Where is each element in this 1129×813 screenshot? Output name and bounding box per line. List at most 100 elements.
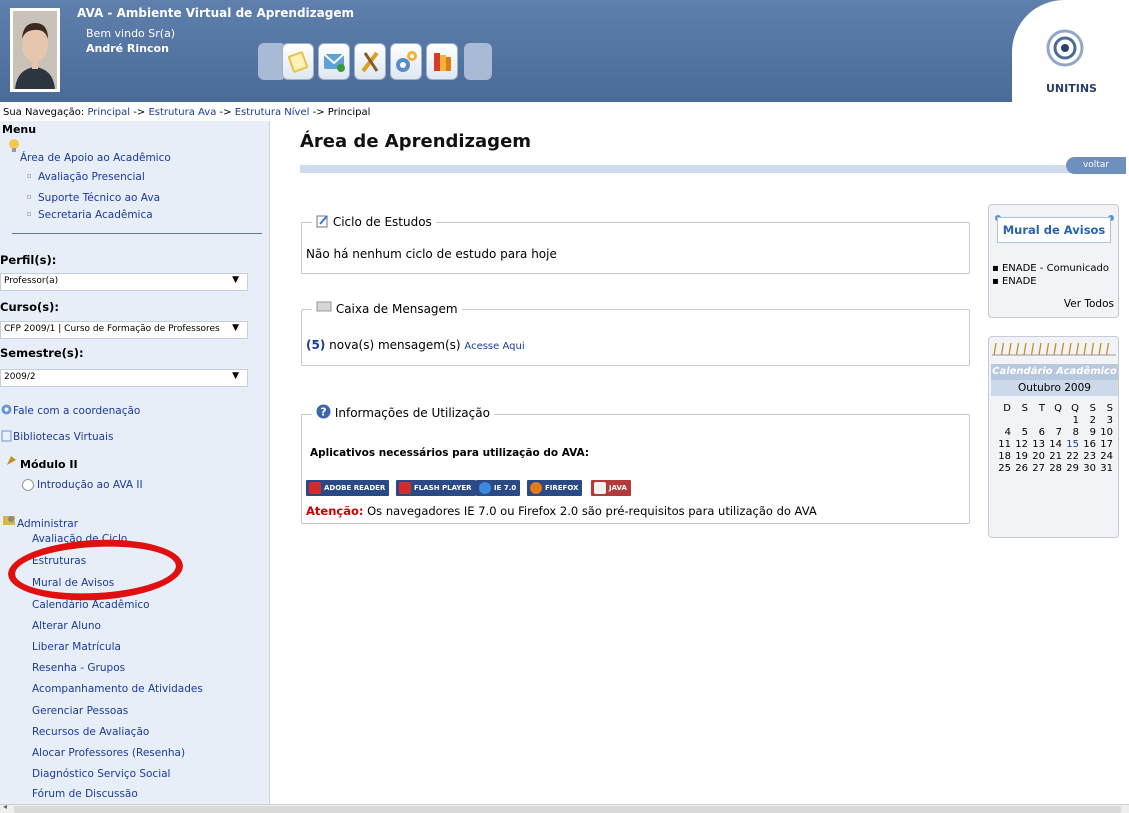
radio-icon[interactable] — [22, 479, 34, 491]
calendar-day[interactable]: 31 — [1099, 463, 1113, 474]
calendar-day[interactable]: 6 — [1031, 427, 1045, 438]
calendar-day[interactable]: 25 — [997, 463, 1011, 474]
info-globe-icon — [1, 404, 12, 415]
perfil-select[interactable]: Professor(a) ▼ — [0, 273, 248, 291]
message-icon[interactable] — [318, 43, 350, 80]
calendar-weekday: S — [1089, 403, 1096, 414]
calendar-weekday: Q — [1071, 403, 1079, 414]
calendar-day[interactable]: 2 — [1082, 415, 1096, 426]
dropdown-arrow-icon: ▼ — [232, 275, 239, 285]
calendar-day[interactable]: 7 — [1048, 427, 1062, 438]
firefox-button[interactable]: FIREFOX — [527, 480, 583, 496]
calendar-weekday: Q — [1054, 403, 1062, 414]
calendar-month: Outubro 2009 — [991, 380, 1118, 396]
tools-icon[interactable] — [354, 43, 386, 80]
calendar-day[interactable]: 27 — [1031, 463, 1045, 474]
calendar-day[interactable]: 29 — [1065, 463, 1079, 474]
calendar-day[interactable]: 3 — [1099, 415, 1113, 426]
books-icon[interactable] — [426, 43, 458, 80]
admin-icon — [3, 516, 15, 525]
sidebar-item-area-apoio[interactable]: Área de Apoio ao Acadêmico — [20, 152, 171, 164]
ver-todos-link[interactable]: Ver Todos — [1064, 298, 1114, 310]
sidebar-subitem-secretaria[interactable]: Secretaria Acadêmica — [27, 209, 153, 221]
edit-note-icon — [316, 215, 328, 228]
ie-button[interactable]: IE 7.0 — [476, 480, 521, 496]
settings-icon[interactable] — [390, 43, 422, 80]
calendar-day[interactable]: 26 — [1014, 463, 1028, 474]
breadcrumb-link-principal[interactable]: Principal — [87, 107, 130, 118]
calendar-day[interactable]: 30 — [1082, 463, 1096, 474]
bullet-icon — [27, 212, 31, 216]
admin-item-gerenciar-pessoas[interactable]: Gerenciar Pessoas — [32, 705, 128, 717]
admin-item-recursos-avaliacao[interactable]: Recursos de Avaliação — [32, 726, 149, 738]
user-name: André Rincon — [86, 42, 169, 55]
info-legend: ? Informações de Utilização — [312, 404, 494, 420]
curso-select[interactable]: CFP 2009/1 | Curso de Formação de Profes… — [0, 321, 248, 339]
curso-value: CFP 2009/1 | Curso de Formação de Profes… — [4, 324, 220, 334]
calendar-day[interactable]: 13 — [1031, 439, 1045, 450]
calendar-day[interactable]: 18 — [997, 451, 1011, 462]
calendar-day[interactable]: 5 — [1014, 427, 1028, 438]
informacoes-box: ? Informações de Utilização Aplicativos … — [301, 404, 970, 524]
calendar-day[interactable]: 8 — [1065, 427, 1079, 438]
breadcrumb-prefix: Sua Navegação: — [3, 107, 85, 118]
java-icon — [594, 482, 606, 494]
modulo-item-introducao[interactable]: Introdução ao AVA II — [37, 479, 143, 491]
book-icon — [1, 430, 12, 442]
semestre-select[interactable]: 2009/2 ▼ — [0, 369, 248, 387]
caixa-line: (5) nova(s) mensagem(s) Acesse Aqui — [306, 338, 525, 352]
horizontal-scrollbar[interactable]: ◂ — [0, 802, 1129, 813]
calendar-day[interactable]: 24 — [1099, 451, 1113, 462]
admin-item-liberar-matricula[interactable]: Liberar Matrícula — [32, 641, 121, 653]
calendar-weekday: T — [1038, 403, 1045, 414]
calendar-day[interactable]: 4 — [997, 427, 1011, 438]
scrollbar-thumb[interactable] — [14, 806, 1121, 813]
calendar-day[interactable]: 21 — [1048, 451, 1062, 462]
mural-item[interactable]: ▪ ENADE — [992, 276, 1037, 287]
calendar-day[interactable]: 11 — [997, 439, 1011, 450]
warning-label: Atenção: — [306, 504, 364, 518]
app-label: ADOBE READER — [324, 484, 386, 492]
administrar-link[interactable]: Administrar — [17, 518, 78, 530]
calendar-day[interactable]: 10 — [1099, 427, 1113, 438]
calendar-day[interactable]: 22 — [1065, 451, 1079, 462]
sidebar-subitem-avaliacao-presencial[interactable]: Avaliação Presencial — [27, 171, 145, 183]
fale-coordenacao-link[interactable]: Fale com a coordenação — [13, 405, 140, 417]
divider — [12, 233, 262, 234]
back-button[interactable]: voltar — [1066, 157, 1126, 174]
calendar-day[interactable]: 23 — [1082, 451, 1096, 462]
scroll-left-icon[interactable]: ◂ — [3, 802, 7, 811]
breadcrumb: Sua Navegação: Principal -> Estrutura Av… — [3, 107, 370, 118]
admin-item-resenha-grupos[interactable]: Resenha - Grupos — [32, 662, 125, 674]
calendar-day[interactable]: 20 — [1031, 451, 1045, 462]
admin-item-alocar-professores[interactable]: Alocar Professores (Resenha) — [32, 747, 185, 759]
admin-item-diagnostico[interactable]: Diagnóstico Serviço Social — [32, 768, 170, 780]
acesse-aqui-link[interactable]: Acesse Aqui — [464, 341, 524, 352]
perfil-value: Professor(a) — [4, 276, 59, 286]
calendar-day[interactable]: 17 — [1099, 439, 1113, 450]
calendar-day[interactable]: 19 — [1014, 451, 1028, 462]
adobe-reader-button[interactable]: ADOBE READER — [306, 480, 390, 496]
inbox-icon — [316, 301, 332, 312]
breadcrumb-link-estrutura-ava[interactable]: Estrutura Ava — [148, 107, 216, 118]
flash-player-button[interactable]: FLASH PLAYER — [396, 480, 476, 496]
java-button[interactable]: JAVA — [591, 480, 631, 496]
notebook-icon[interactable] — [282, 43, 314, 80]
caixa-mensagem-box: Caixa de Mensagem (5) nova(s) mensagem(s… — [301, 301, 970, 366]
admin-item-forum[interactable]: Fórum de Discussão — [32, 788, 138, 800]
calendar-day[interactable]: 28 — [1048, 463, 1062, 474]
calendar-day-today[interactable]: 15 — [1065, 439, 1079, 450]
calendar-day[interactable]: 12 — [1014, 439, 1028, 450]
sidebar-subitem-suporte-tecnico[interactable]: Suporte Técnico ao Ava — [27, 192, 160, 204]
calendar-day[interactable]: 1 — [1065, 415, 1079, 426]
calendar-day[interactable]: 16 — [1082, 439, 1096, 450]
breadcrumb-link-estrutura-nivel[interactable]: Estrutura Nível — [235, 107, 310, 118]
admin-item-acompanhamento[interactable]: Acompanhamento de Atividades — [32, 683, 203, 695]
admin-item-calendario[interactable]: Calendário Acadêmico — [32, 599, 150, 611]
bibliotecas-link[interactable]: Bibliotecas Virtuais — [13, 431, 113, 443]
calendar-day[interactable]: 9 — [1082, 427, 1096, 438]
mural-item[interactable]: ▪ ENADE - Comunicado — [992, 263, 1109, 274]
calendar-day[interactable]: 14 — [1048, 439, 1062, 450]
app-title: AVA - Ambiente Virtual de Aprendizagem — [77, 6, 354, 20]
admin-item-alterar-aluno[interactable]: Alterar Aluno — [32, 620, 101, 632]
